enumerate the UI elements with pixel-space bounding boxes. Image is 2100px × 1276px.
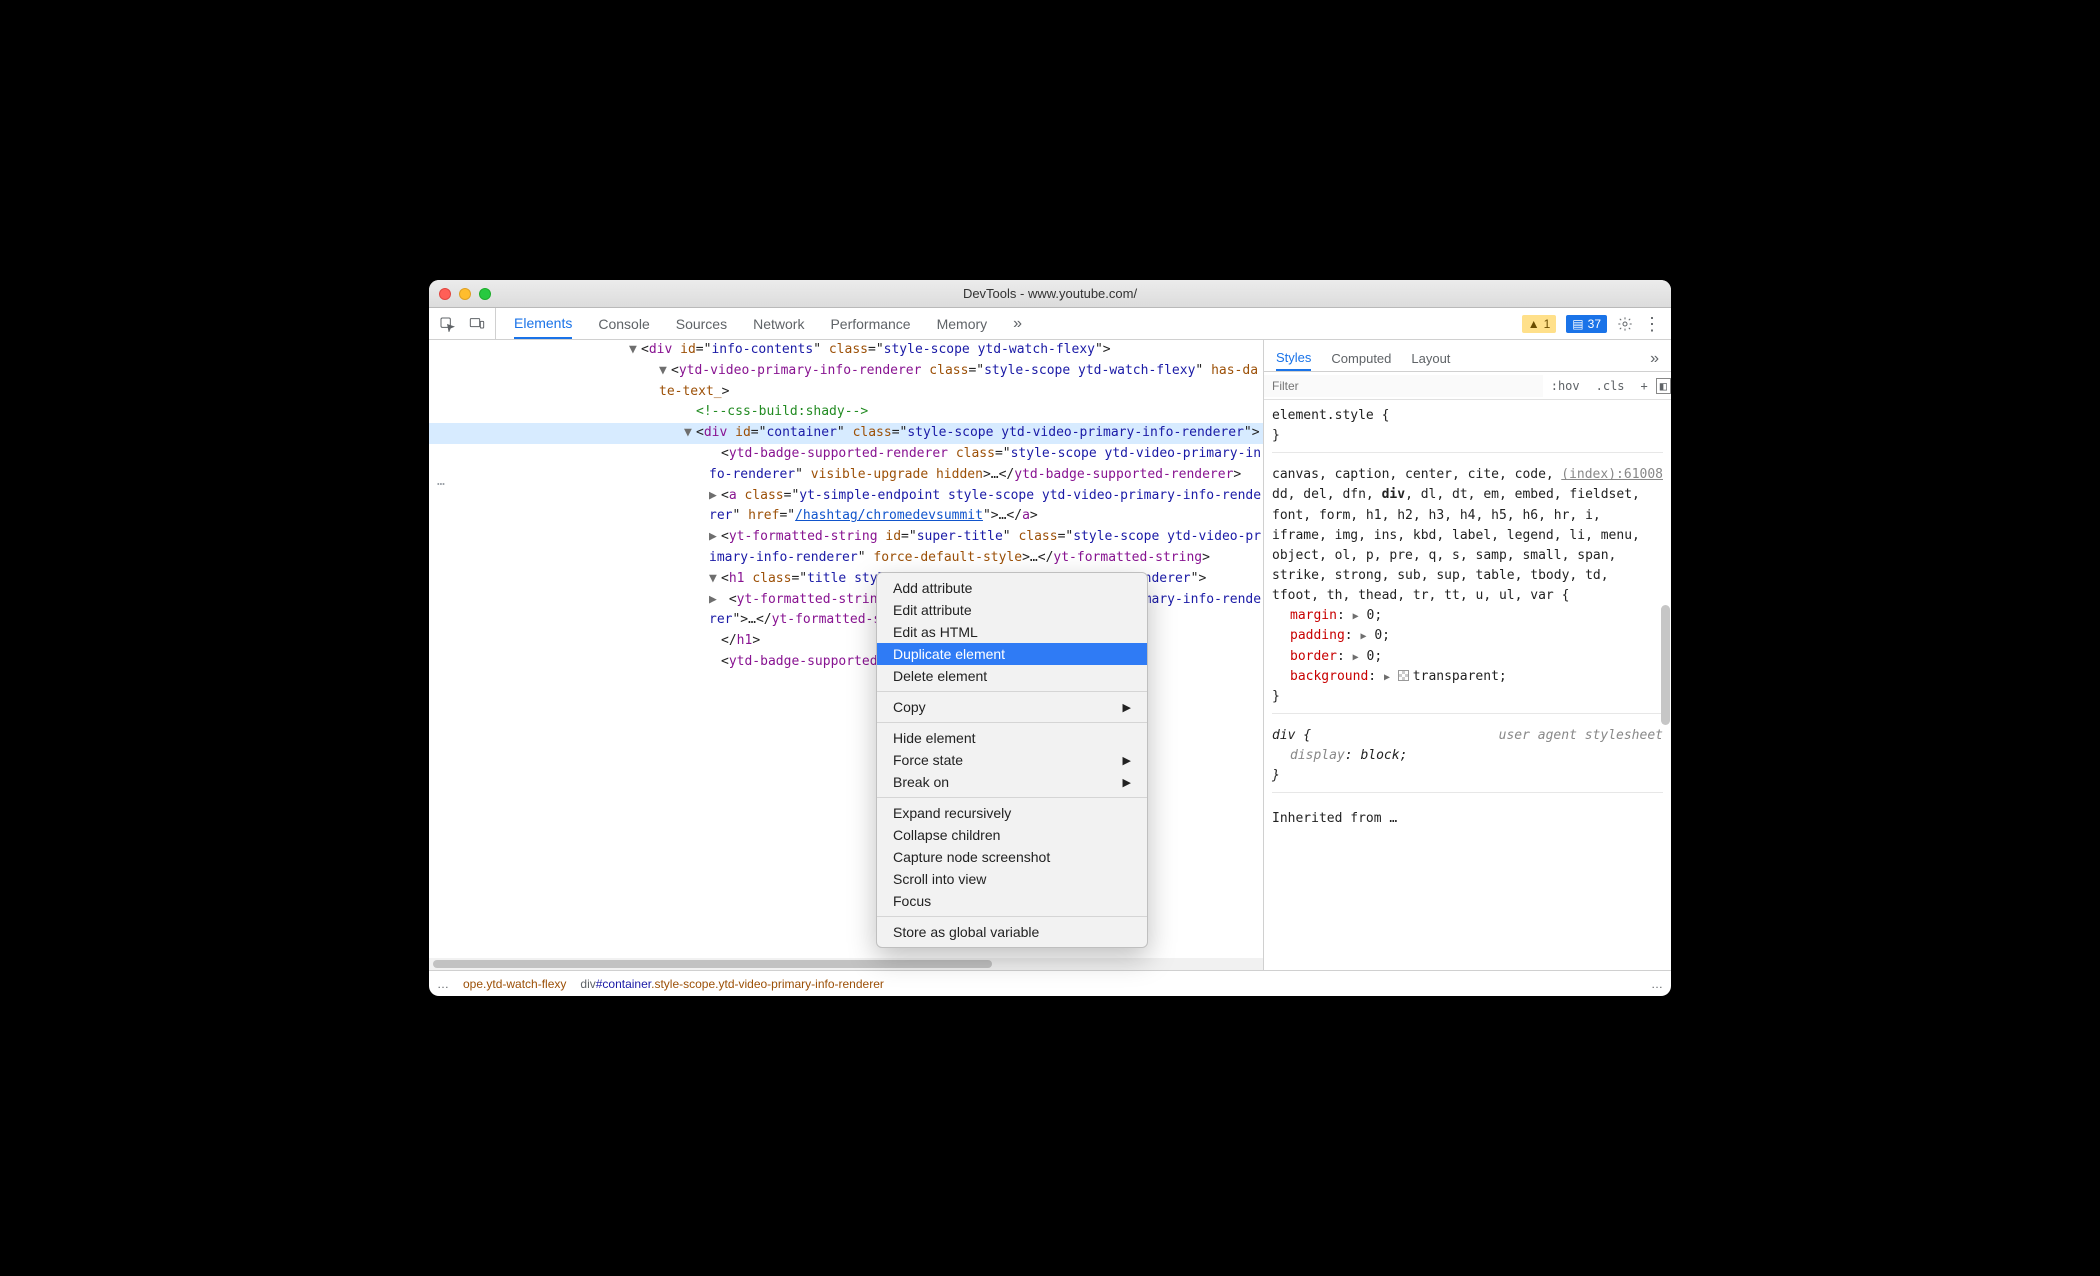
close-brace: } [1272, 687, 1663, 707]
tab-network[interactable]: Network [753, 310, 804, 338]
hov-toggle[interactable]: :hov [1543, 375, 1588, 397]
ctx-separator [877, 722, 1147, 723]
dom-node[interactable]: <!--css-build:shady--> [429, 402, 1263, 423]
gear-icon[interactable] [1617, 316, 1633, 332]
style-source-link[interactable]: (index):61008 [1561, 465, 1663, 485]
ctx-expand-recursively[interactable]: Expand recursively [877, 802, 1147, 824]
ctx-separator [877, 691, 1147, 692]
sidebar-tab-computed[interactable]: Computed [1331, 347, 1391, 370]
tab-memory[interactable]: Memory [937, 310, 988, 338]
ua-selector: div { [1272, 728, 1311, 743]
breadcrumb-overflow-left[interactable]: … [437, 977, 449, 991]
dom-node[interactable]: ▶<a class="yt-simple-endpoint style-scop… [429, 486, 1263, 528]
ctx-edit-attribute[interactable]: Edit attribute [877, 599, 1147, 621]
ctx-force-state[interactable]: Force state▶ [877, 749, 1147, 771]
element-style-block[interactable]: element.style { } [1272, 406, 1663, 453]
h-scrollbar[interactable] [429, 958, 1263, 970]
styles-body: element.style { } (index):61008 canvas, … [1264, 400, 1671, 970]
ctx-break-on[interactable]: Break on▶ [877, 771, 1147, 793]
ctx-scroll-into-view[interactable]: Scroll into view [877, 868, 1147, 890]
ctx-capture-node-screenshot[interactable]: Capture node screenshot [877, 846, 1147, 868]
warning-count: 1 [1544, 317, 1551, 331]
dom-node[interactable]: <ytd-badge-supported-renderer class="sty… [429, 444, 1263, 486]
declarations: margin: ▶ 0;padding: ▶ 0;border: ▶ 0;bac… [1272, 606, 1663, 687]
tab-sources[interactable]: Sources [676, 310, 727, 338]
styles-filter-row: :hov .cls + ◧ [1264, 372, 1671, 400]
sidebar-tab-layout[interactable]: Layout [1411, 347, 1450, 370]
ctx-store-as-global-variable[interactable]: Store as global variable [877, 921, 1147, 943]
ua-close-brace: } [1272, 766, 1663, 786]
styles-sidebar: Styles Computed Layout :hov .cls + ◧ ele… [1263, 340, 1671, 970]
element-style-open: element.style { [1272, 406, 1663, 426]
ctx-collapse-children[interactable]: Collapse children [877, 824, 1147, 846]
warning-badge[interactable]: ▲ 1 [1522, 315, 1557, 333]
ctx-separator [877, 916, 1147, 917]
kebab-menu-icon[interactable]: ⋮ [1643, 315, 1661, 333]
ua-note: user agent stylesheet [1499, 726, 1663, 746]
panel-tabs: Elements Console Sources Network Perform… [496, 308, 1512, 339]
breadcrumb-item-0[interactable]: ope.ytd-watch-flexy [463, 977, 566, 991]
tab-performance[interactable]: Performance [830, 310, 910, 338]
ua-decl: display: block; [1272, 746, 1663, 766]
element-style-close: } [1272, 426, 1663, 446]
message-icon: ▤ [1572, 317, 1583, 331]
styles-filter-input[interactable] [1264, 375, 1543, 397]
main-toolbar: Elements Console Sources Network Perform… [429, 308, 1671, 340]
issues-badge[interactable]: ▤ 37 [1566, 315, 1607, 333]
selector-list: canvas, caption, center, cite, code, dd,… [1272, 467, 1640, 603]
tabs-overflow-icon[interactable] [1013, 315, 1022, 333]
message-count: 37 [1588, 317, 1601, 331]
ctx-delete-element[interactable]: Delete element [877, 665, 1147, 687]
breadcrumb-item-1[interactable]: div#container.style-scope.ytd-video-prim… [580, 977, 883, 991]
dom-node[interactable]: ▶<yt-formatted-string id="super-title" c… [429, 527, 1263, 569]
reset-style-block[interactable]: (index):61008 canvas, caption, center, c… [1272, 465, 1663, 714]
ua-style-block: user agent stylesheet div { display: blo… [1272, 726, 1663, 793]
style-declaration[interactable]: margin: ▶ 0; [1272, 606, 1663, 626]
ctx-edit-as-html[interactable]: Edit as HTML [877, 621, 1147, 643]
breadcrumb-bar: … ope.ytd-watch-flexy div#container.styl… [429, 970, 1671, 996]
ctx-separator [877, 797, 1147, 798]
v-scrollbar[interactable] [1659, 340, 1671, 944]
breadcrumb-overflow-right[interactable]: … [1651, 977, 1663, 991]
dom-node[interactable]: ▼<div id="info-contents" class="style-sc… [429, 340, 1263, 361]
titlebar: DevTools - www.youtube.com/ [429, 280, 1671, 308]
ctx-duplicate-element[interactable]: Duplicate element [877, 643, 1147, 665]
style-declaration[interactable]: border: ▶ 0; [1272, 647, 1663, 667]
add-style-button[interactable]: + [1633, 375, 1656, 397]
sidebar-tab-styles[interactable]: Styles [1276, 346, 1311, 371]
ctx-add-attribute[interactable]: Add attribute [877, 577, 1147, 599]
devtools-window: DevTools - www.youtube.com/ Elements Con… [429, 280, 1671, 996]
dom-node[interactable]: ▼<div id="container" class="style-scope … [429, 423, 1263, 444]
context-menu[interactable]: Add attributeEdit attributeEdit as HTMLD… [876, 572, 1148, 948]
warning-icon: ▲ [1528, 317, 1540, 331]
tab-console[interactable]: Console [598, 310, 649, 338]
inspect-icon[interactable] [439, 316, 455, 332]
tab-elements[interactable]: Elements [514, 309, 572, 339]
dom-node[interactable]: ▼<ytd-video-primary-info-renderer class=… [429, 361, 1263, 403]
style-declaration[interactable]: background: ▶ transparent; [1272, 667, 1663, 687]
sidebar-tabs: Styles Computed Layout [1264, 340, 1671, 372]
device-toolbar-icon[interactable] [469, 316, 485, 332]
ctx-focus[interactable]: Focus [877, 890, 1147, 912]
cls-toggle[interactable]: .cls [1588, 375, 1633, 397]
content-area: … ▼<div id="info-contents" class="style-… [429, 340, 1671, 970]
style-declaration[interactable]: padding: ▶ 0; [1272, 626, 1663, 646]
sidebar-tabs-overflow-icon[interactable] [1650, 350, 1659, 368]
inherited-from[interactable]: Inherited from … [1272, 805, 1663, 833]
ctx-copy[interactable]: Copy▶ [877, 696, 1147, 718]
ctx-hide-element[interactable]: Hide element [877, 727, 1147, 749]
window-title: DevTools - www.youtube.com/ [429, 286, 1671, 301]
